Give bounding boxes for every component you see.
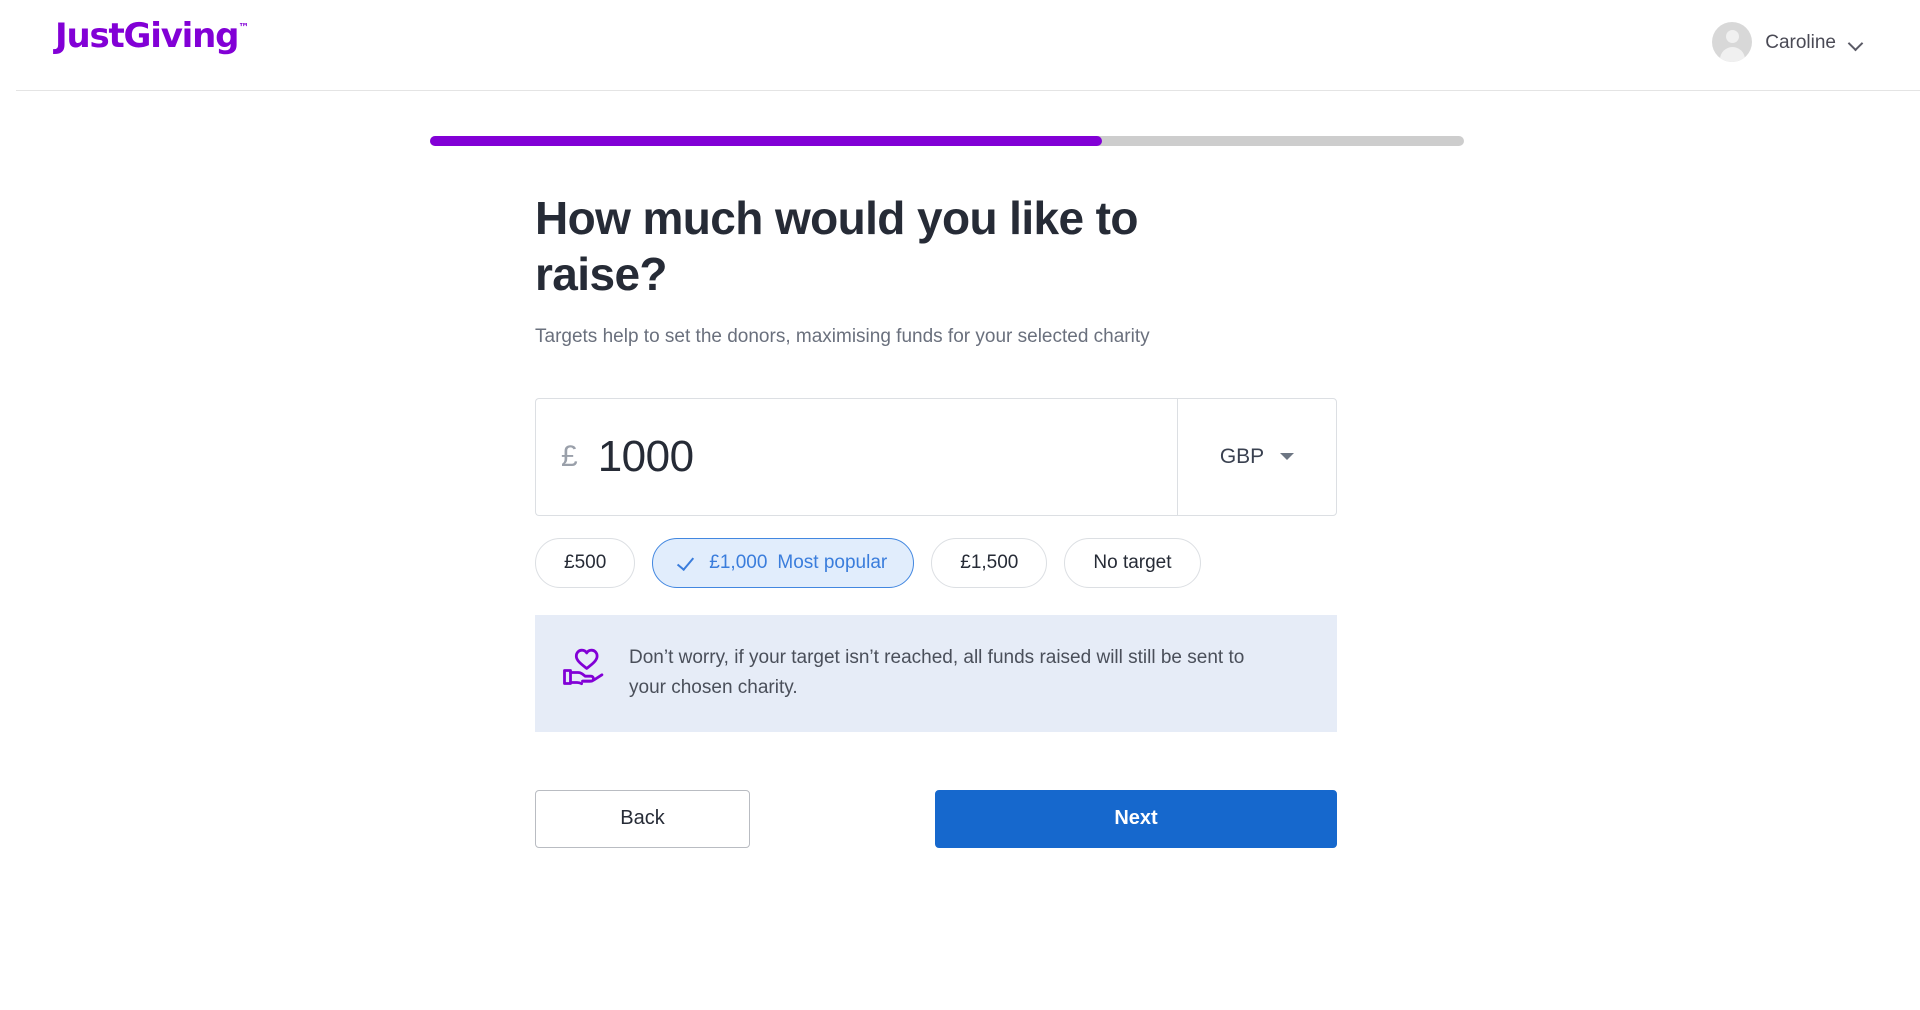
currency-select[interactable]: GBP [1177, 397, 1337, 516]
target-amount-value: 1000 [597, 431, 694, 481]
account-menu[interactable]: Caroline [1712, 22, 1864, 62]
progress-bar [430, 136, 1464, 146]
avatar [1712, 22, 1753, 62]
page-title: How much would you like to raise? [535, 192, 1138, 301]
chip-note: Most popular [777, 551, 888, 573]
target-amount-row: £ 1000 GBP [535, 397, 1337, 516]
back-button[interactable]: Back [535, 789, 750, 848]
reassurance-text: Don’t worry, if your target isn’t reache… [629, 646, 1245, 699]
chip-label: £1,500 [960, 551, 1019, 573]
justgiving-logo[interactable]: JustGiving™ [55, 19, 249, 53]
chip-label: £500 [564, 551, 607, 573]
avatar-body [1719, 47, 1745, 62]
chip-label: £1,000 [709, 551, 768, 573]
chip-label: No target [1093, 551, 1172, 573]
header-divider [16, 90, 1920, 91]
chip-amount-1500[interactable]: £1,500 [931, 537, 1048, 588]
avatar-head [1725, 30, 1739, 43]
site-header: JustGiving™ Caroline [0, 0, 1920, 91]
next-button[interactable]: Next [935, 789, 1337, 848]
fundraising-target-form: How much would you like to raise? Target… [535, 190, 1337, 848]
chevron-down-icon [1849, 38, 1864, 47]
chevron-down-icon [1280, 453, 1295, 461]
chip-no-target[interactable]: No target [1064, 537, 1201, 588]
logo-wordmark: JustGiving [55, 16, 239, 56]
hand-heart-icon [561, 646, 607, 695]
currency-select-value: GBP [1219, 445, 1265, 469]
chip-amount-1000[interactable]: £1,000 Most popular [652, 537, 915, 588]
preset-amount-chips: £500 £1,000 Most popular £1,500 No targe… [535, 537, 1337, 588]
target-amount-input[interactable]: £ 1000 [535, 397, 1177, 516]
currency-symbol: £ [561, 439, 578, 473]
check-icon [679, 557, 697, 568]
back-button-label: Back [620, 807, 665, 830]
progress-bar-fill [430, 136, 1103, 146]
reassurance-banner: Don’t worry, if your target isn’t reache… [535, 614, 1337, 732]
account-name: Caroline [1765, 31, 1836, 53]
trademark-symbol: ™ [238, 21, 250, 34]
page-subtitle: Targets help to set the donors, maximisi… [535, 326, 1150, 348]
chip-amount-500[interactable]: £500 [535, 537, 636, 588]
form-actions: Back Next [535, 789, 1337, 848]
next-button-label: Next [1114, 807, 1158, 830]
